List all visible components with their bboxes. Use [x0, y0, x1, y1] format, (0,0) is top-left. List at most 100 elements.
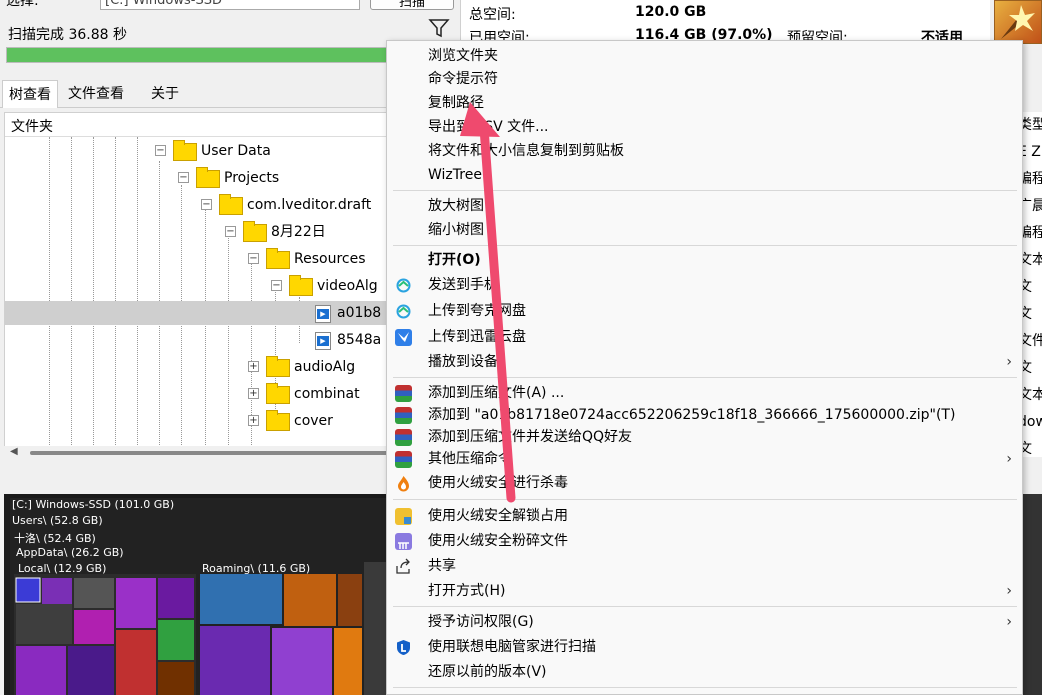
app-logo [994, 0, 1042, 44]
menu-item-zoom-out-treemap[interactable]: 缩小树图 [387, 218, 1022, 243]
menu-item-lenovo-scan[interactable]: 使用联想电脑管家进行扫描 [387, 635, 1022, 660]
menu-item-zoom-in-treemap[interactable]: 放大树图 [387, 194, 1022, 219]
folder-icon [219, 194, 243, 215]
treemap-label-user: 十洛\ (52.4 GB) [14, 532, 96, 545]
video-file-icon [315, 332, 331, 350]
drive-select-label: 选择: [6, 0, 39, 9]
menu-item-label: 打开方式(H) [428, 583, 506, 599]
tree-row[interactable]: + combinat [246, 382, 389, 406]
treemap-label-users: Users\ (52.8 GB) [12, 514, 103, 527]
collapse-icon[interactable]: − [155, 145, 166, 156]
folder-icon [173, 140, 197, 161]
menu-item-share[interactable]: 共享 [387, 554, 1022, 579]
menu-item-copy-path[interactable]: 复制路径 [387, 91, 1022, 116]
chevron-right-icon: › [1006, 583, 1012, 599]
menu-item-upload-quark[interactable]: 上传到夸克网盘 [387, 299, 1022, 324]
menu-item-open-with[interactable]: 打开方式(H) › [387, 579, 1022, 604]
menu-item-label: 使用火绒安全进行杀毒 [428, 475, 568, 491]
video-file-icon [315, 305, 331, 323]
menu-item-open[interactable]: 打开(O) [387, 248, 1022, 273]
tab-tree-view[interactable]: 树查看 [2, 80, 58, 108]
menu-item-label: 使用火绒安全解锁占用 [428, 508, 568, 524]
menu-item-upload-xunlei[interactable]: 上传到迅雷云盘 [387, 325, 1022, 350]
lenovo-shield-icon [395, 639, 412, 656]
chevron-right-icon: › [1006, 354, 1012, 370]
treemap-right-partial [1020, 494, 1042, 695]
menu-item-export-csv[interactable]: 导出到 CSV 文件... [387, 115, 1022, 140]
tree-row[interactable]: + audioAlg [246, 355, 389, 379]
bird-icon [395, 329, 412, 346]
menu-separator [393, 245, 1017, 246]
collapse-icon[interactable]: − [248, 253, 259, 264]
menu-separator [393, 499, 1017, 500]
menu-item-label: 授予访问权限(G) [428, 614, 534, 630]
menu-item-wiztree[interactable]: WizTree [387, 163, 1022, 188]
tree-row[interactable]: − 8月22日 [223, 220, 389, 244]
menu-item-copy-info[interactable]: 将文件和大小信息复制到剪贴板 [387, 139, 1022, 164]
share-icon [395, 558, 412, 575]
collapse-icon[interactable]: − [201, 199, 212, 210]
treemap-label-roaming: Roaming\ (11.6 GB) [202, 562, 311, 575]
menu-item-grant-access[interactable]: 授予访问权限(G) › [387, 610, 1022, 635]
tree-row-label: cover [294, 413, 333, 429]
tree-row-label: audioAlg [294, 359, 356, 375]
tree-row-label: Projects [224, 170, 280, 186]
tree-row[interactable]: − Projects [176, 166, 389, 190]
menu-item-other-compress[interactable]: 其他压缩命令 › [387, 447, 1022, 472]
tree-row[interactable]: − videoAlg [269, 274, 389, 298]
filter-icon[interactable] [428, 18, 450, 42]
drive-select[interactable]: [C:] Windows-SSD [100, 0, 360, 10]
menu-item-command-prompt[interactable]: 命令提示符 [387, 67, 1022, 92]
expand-icon[interactable]: + [248, 361, 259, 372]
menu-item-restore-versions[interactable]: 还原以前的版本(V) [387, 660, 1022, 685]
scan-status: 扫描完成 36.88 秒 [8, 27, 127, 43]
tree-row[interactable]: − User Data [153, 139, 389, 163]
menu-item-label: 上传到夸克网盘 [428, 303, 526, 319]
collapse-icon[interactable]: − [225, 226, 236, 237]
menu-item-browse-folder[interactable]: 浏览文件夹 [387, 44, 1022, 69]
tree-row[interactable]: − Resources [246, 247, 389, 271]
collapse-icon[interactable]: − [271, 280, 282, 291]
folder-column-header[interactable]: 文件夹 [5, 113, 389, 137]
menu-item-label: 上传到迅雷云盘 [428, 329, 526, 345]
menu-item-label: 共享 [428, 558, 456, 574]
tree-row[interactable]: − com.lveditor.draft [199, 193, 389, 217]
tree-guide-line [228, 233, 229, 456]
menu-item-label: 使用火绒安全粉碎文件 [428, 533, 568, 549]
folder-lock-icon [395, 508, 412, 525]
archive-icon [395, 407, 412, 424]
menu-item-play-to-device[interactable]: 播放到设备 › [387, 350, 1022, 375]
menu-item-huorong-unlock[interactable]: 使用火绒安全解锁占用 [387, 504, 1022, 529]
tree-guide-line [49, 137, 50, 456]
folder-icon [266, 410, 290, 431]
flame-shield-icon [395, 475, 412, 492]
tree-row-label: Resources [294, 251, 366, 267]
collapse-icon[interactable]: − [178, 172, 189, 183]
treemap-view[interactable]: [C:] Windows-SSD (101.0 GB) Users\ (52.8… [4, 494, 390, 695]
menu-item-send-to-phone[interactable]: 发送到手机 [387, 273, 1022, 298]
tree-horizontal-scrollbar[interactable]: ◀ [4, 446, 390, 460]
folder-icon [266, 248, 290, 269]
expand-icon[interactable]: + [248, 388, 259, 399]
menu-item-label: 其他压缩命令 [428, 451, 512, 467]
tree-row[interactable]: + cover [246, 409, 389, 433]
folder-icon [266, 383, 290, 404]
tree-row-label: com.lveditor.draft [247, 197, 372, 213]
menu-item-label: 添加到压缩文件(A) ... [428, 385, 565, 401]
menu-item-huorong-shred[interactable]: 使用火绒安全粉碎文件 [387, 529, 1022, 554]
tab-about[interactable]: 关于 [145, 80, 185, 108]
tab-file-view[interactable]: 文件查看 [62, 80, 130, 108]
cloud-sync-icon [395, 277, 412, 294]
menu-item-huorong-scan[interactable]: 使用火绒安全进行杀毒 [387, 471, 1022, 496]
tree-row[interactable]: 8548a [293, 328, 389, 352]
context-menu: 浏览文件夹 命令提示符 复制路径 导出到 CSV 文件... 将文件和大小信息复… [386, 40, 1023, 695]
menu-separator [393, 606, 1017, 607]
expand-icon[interactable]: + [248, 415, 259, 426]
tree-guide-line [137, 137, 138, 456]
scan-button[interactable]: 扫描 [370, 0, 454, 10]
tree-row[interactable]: a01b8 [5, 301, 389, 325]
treemap-label-local: Local\ (12.9 GB) [18, 562, 107, 575]
menu-item-label: 添加到压缩文件并发送给QQ好友 [428, 429, 633, 445]
chevron-right-icon: › [1006, 614, 1012, 630]
folder-icon [289, 275, 313, 296]
